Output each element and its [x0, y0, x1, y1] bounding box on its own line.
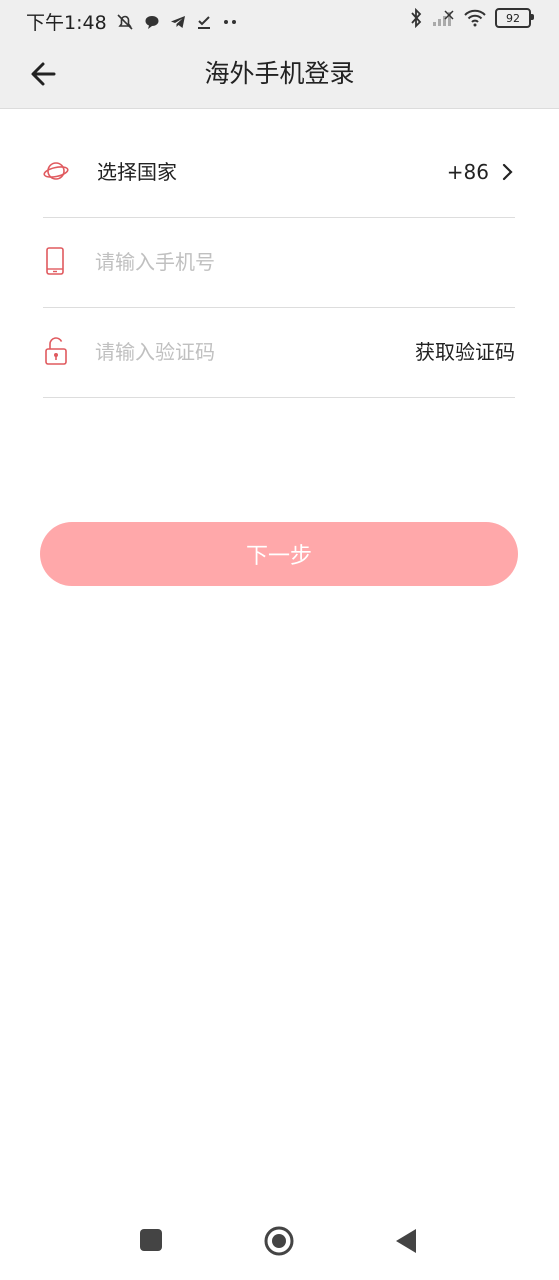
country-label: 选择国家 [97, 160, 177, 184]
recent-apps-button[interactable] [139, 1228, 163, 1256]
chat-icon [143, 13, 161, 31]
code-input-row[interactable]: 请输入验证码 获取验证码 [43, 308, 515, 398]
bluetooth-icon [409, 8, 423, 28]
status-time: 下午1:48 [26, 12, 107, 34]
country-code: +86 [446, 160, 489, 184]
get-code-button[interactable]: 获取验证码 [415, 336, 515, 368]
phone-input[interactable]: 请输入手机号 [95, 246, 215, 278]
code-input[interactable]: 请输入验证码 [95, 336, 215, 368]
page-title: 海外手机登录 [204, 59, 355, 88]
phone-input-row[interactable]: 请输入手机号 [43, 218, 515, 308]
more-notifications-icon [221, 17, 241, 27]
back-nav-button[interactable] [394, 1228, 418, 1258]
country-select-row[interactable]: 选择国家 +86 [43, 128, 515, 218]
wifi-icon [463, 9, 487, 27]
telegram-icon [169, 13, 187, 31]
app-header: 海外手机登录 [0, 40, 559, 109]
system-nav-bar [0, 1200, 559, 1280]
download-done-icon [195, 13, 213, 31]
signal-icon [431, 9, 455, 27]
status-bar: 下午1:48 92 [0, 0, 559, 40]
next-button[interactable]: 下一步 [40, 522, 518, 586]
chevron-right-icon [499, 162, 515, 182]
status-left: 下午1:48 [26, 8, 241, 35]
lock-icon [43, 336, 69, 366]
planet-icon [43, 156, 69, 186]
status-right: 92 [409, 8, 534, 28]
home-button[interactable] [264, 1226, 294, 1260]
phone-icon [43, 246, 69, 276]
battery-indicator: 92 [495, 8, 534, 28]
bell-off-icon [115, 12, 135, 32]
